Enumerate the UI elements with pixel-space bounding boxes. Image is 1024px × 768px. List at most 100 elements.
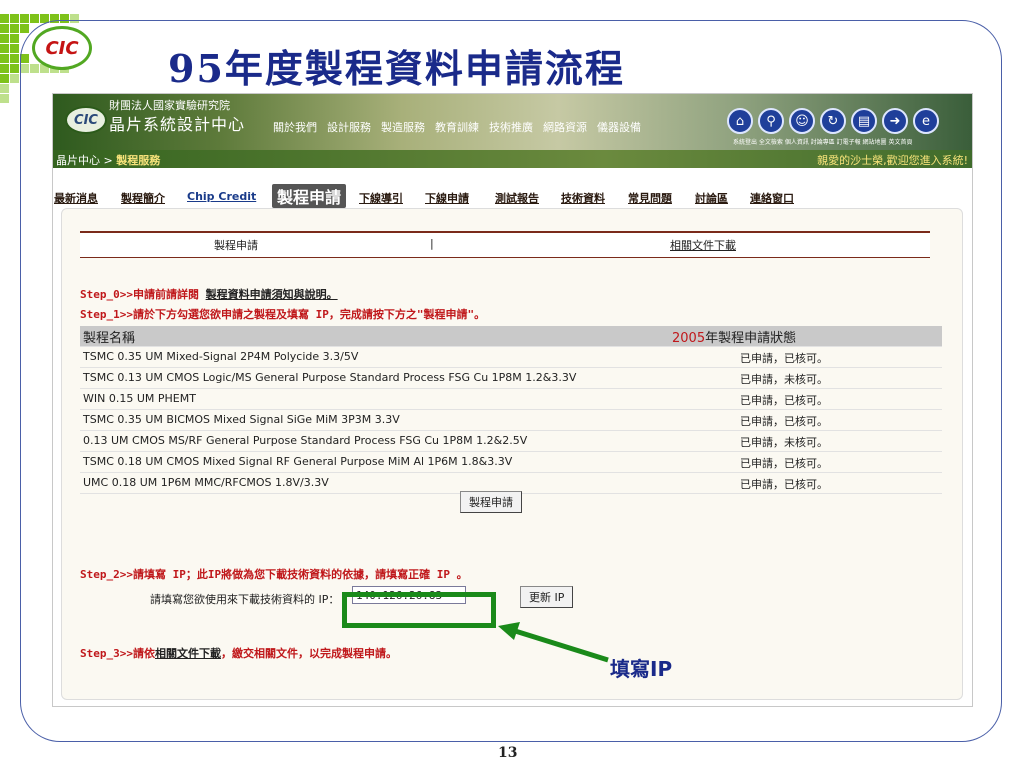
process-name: UMC 0.18 UM 1P6M MMC/RFCMOS 1.8V/3.3V: [83, 476, 329, 489]
process-name: WIN 0.15 UM PHEMT: [83, 392, 196, 405]
process-name: TSMC 0.35 UM Mixed-Signal 2P4M Polycide …: [83, 350, 359, 363]
step-0: Step_0>>申請前請詳閱 製程資料申請須知與說明。: [80, 286, 338, 302]
table-header: 製程名稱 2005年製程申請狀態: [80, 326, 942, 347]
logo-dot: [30, 14, 39, 23]
table-row[interactable]: WIN 0.15 UM PHEMT 已申請，已核可。: [80, 389, 942, 410]
nav-manufacture[interactable]: 製造服務: [381, 119, 425, 135]
logo-dot: [0, 54, 9, 63]
ip-highlight-box: [342, 592, 496, 628]
tab-test-report[interactable]: 測試報告: [495, 190, 539, 206]
refresh-icon[interactable]: ↻: [820, 108, 846, 134]
center-name: 晶片系統設計中心: [109, 115, 246, 134]
home-icon[interactable]: ⌂: [727, 108, 753, 134]
col-status-year: 2005: [672, 331, 706, 346]
sub-navigation: 製程申請 | 相關文件下載: [80, 231, 930, 258]
process-name: 0.13 UM CMOS MS/RF General Purpose Stand…: [83, 434, 528, 447]
process-status: 已申請，已核可。: [740, 394, 828, 407]
apply-button[interactable]: 製程申請: [460, 491, 522, 513]
slide-title: 95年度製程資料申請流程: [168, 46, 625, 91]
top-nav: 關於我們 設計服務 製造服務 教育訓練 技術推廣 網路資源 儀器設備: [273, 119, 641, 135]
logo-dot: [0, 14, 9, 23]
process-status: 已申請，已核可。: [740, 415, 828, 428]
nav-promotion[interactable]: 技術推廣: [489, 119, 533, 135]
logo-dot: [10, 44, 19, 53]
logo-dot: [10, 74, 19, 83]
logo-dot: [10, 54, 19, 63]
step-1: Step_1>>請於下方勾選您欲申請之製程及填寫 IP，完成請按下方之"製程申請…: [80, 308, 486, 321]
nav-training[interactable]: 教育訓練: [435, 119, 479, 135]
page-number: 13: [498, 745, 518, 761]
tab-intro[interactable]: 製程簡介: [121, 190, 165, 206]
tab-tapeout-apply[interactable]: 下線申請: [425, 190, 469, 206]
col-status: 2005年製程申請狀態: [672, 327, 796, 346]
browser-icon[interactable]: e: [913, 108, 939, 134]
logo-dot: [0, 94, 9, 103]
logo-dot: [0, 84, 9, 93]
logo-dot: [10, 34, 19, 43]
logo-dot: [0, 34, 9, 43]
table-row[interactable]: TSMC 0.18 UM CMOS Mixed Signal RF Genera…: [80, 452, 942, 473]
site-banner: CIC 財團法人國家實驗研究院 晶片系統設計中心 關於我們 設計服務 製造服務 …: [53, 94, 972, 150]
logo-dot: [10, 24, 19, 33]
process-status: 已申請，已核可。: [740, 457, 828, 470]
tab-chip-credit[interactable]: Chip Credit: [187, 190, 256, 203]
col-status-text: 年製程申請狀態: [705, 331, 797, 346]
process-status: 已申請，已核可。: [740, 478, 828, 491]
icon-labels: 系統登出 全文檢索 個人資訊 討論專區 訂電子報 網站地圖 英文首頁: [733, 139, 913, 146]
subnav-divider: |: [430, 237, 434, 250]
step-3-suffix: ，繳交相關文件，以完成製程申請。: [220, 647, 397, 660]
breadcrumb-root[interactable]: 晶片中心 >: [56, 154, 116, 167]
search-icon[interactable]: ⚲: [758, 108, 784, 134]
table-row[interactable]: TSMC 0.13 UM CMOS Logic/MS General Purpo…: [80, 368, 942, 389]
tab-faq[interactable]: 常見問題: [628, 190, 672, 206]
welcome-message: 親愛的沙士榮,歡迎您進入系統!: [817, 154, 968, 167]
nav-about[interactable]: 關於我們: [273, 119, 317, 135]
tab-process-apply[interactable]: 製程申請: [272, 184, 347, 208]
step-3-link[interactable]: 相關文件下載: [155, 647, 221, 660]
website-screenshot: CIC 財團法人國家實驗研究院 晶片系統設計中心 關於我們 設計服務 製造服務 …: [52, 93, 973, 707]
nav-resources[interactable]: 網路資源: [543, 119, 587, 135]
site-logo: CIC: [65, 106, 107, 134]
logo-dot: [10, 64, 19, 73]
logo-dot: [0, 74, 9, 83]
ip-label: 請填寫您欲使用來下載技術資料的 IP：: [150, 593, 340, 606]
step-3-text: Step_3>>請依: [80, 647, 155, 660]
table-row[interactable]: TSMC 0.35 UM BICMOS Mixed Signal SiGe Mi…: [80, 410, 942, 431]
nav-design[interactable]: 設計服務: [327, 119, 371, 135]
logo-dot: [10, 14, 19, 23]
tab-tapeout-guide[interactable]: 下線導引: [359, 190, 403, 206]
tab-bar: 最新消息 製程簡介 Chip Credit 製程申請 下線導引 下線申請 測試報…: [53, 184, 972, 208]
step-0-link[interactable]: 製程資料申請須知與說明。: [206, 288, 338, 301]
table-row[interactable]: TSMC 0.35 UM Mixed-Signal 2P4M Polycide …: [80, 347, 942, 368]
annotation-label: 填寫IP: [610, 657, 673, 681]
tab-forum[interactable]: 討論區: [695, 190, 728, 206]
logo-dot: [0, 24, 9, 33]
breadcrumb: 晶片中心 > 製程服務 親愛的沙士榮,歡迎您進入系統!: [53, 150, 972, 168]
logo-dot: [0, 64, 9, 73]
logo-dot: [20, 24, 29, 33]
annotation-arrow: [498, 622, 609, 663]
logo-dot: [20, 14, 29, 23]
subnav-apply[interactable]: 製程申請: [214, 237, 258, 253]
breadcrumb-trail: 晶片中心 > 製程服務: [56, 152, 160, 168]
tab-news[interactable]: 最新消息: [54, 190, 98, 206]
col-process-name: 製程名稱: [83, 331, 136, 346]
arrow-icon[interactable]: ➜: [882, 108, 908, 134]
breadcrumb-current[interactable]: 製程服務: [116, 154, 160, 167]
process-table: 製程名稱 2005年製程申請狀態 TSMC 0.35 UM Mixed-Sign…: [80, 326, 942, 494]
tab-tech-docs[interactable]: 技術資料: [561, 190, 605, 206]
nav-equipment[interactable]: 儀器設備: [597, 119, 641, 135]
process-name: TSMC 0.35 UM BICMOS Mixed Signal SiGe Mi…: [83, 413, 400, 426]
process-status: 已申請，已核可。: [740, 352, 828, 365]
logo-dot: [0, 44, 9, 53]
step-3: Step_3>>請依相關文件下載，繳交相關文件，以完成製程申請。: [80, 645, 397, 661]
step-2: Step_2>>請填寫 IP；此IP將做為您下載技術資料的依據，請填寫正確 IP…: [80, 568, 468, 581]
tab-contact[interactable]: 連絡窗口: [750, 190, 794, 206]
document-icon[interactable]: ▤: [851, 108, 877, 134]
process-name: TSMC 0.18 UM CMOS Mixed Signal RF Genera…: [83, 455, 513, 468]
banner-icons: ⌂ ⚲ ☺ ↻ ▤ ➜ e: [727, 108, 939, 134]
subnav-doc-download[interactable]: 相關文件下載: [670, 237, 736, 253]
user-icon[interactable]: ☺: [789, 108, 815, 134]
update-ip-button[interactable]: 更新 IP: [520, 586, 574, 608]
table-row[interactable]: 0.13 UM CMOS MS/RF General Purpose Stand…: [80, 431, 942, 452]
